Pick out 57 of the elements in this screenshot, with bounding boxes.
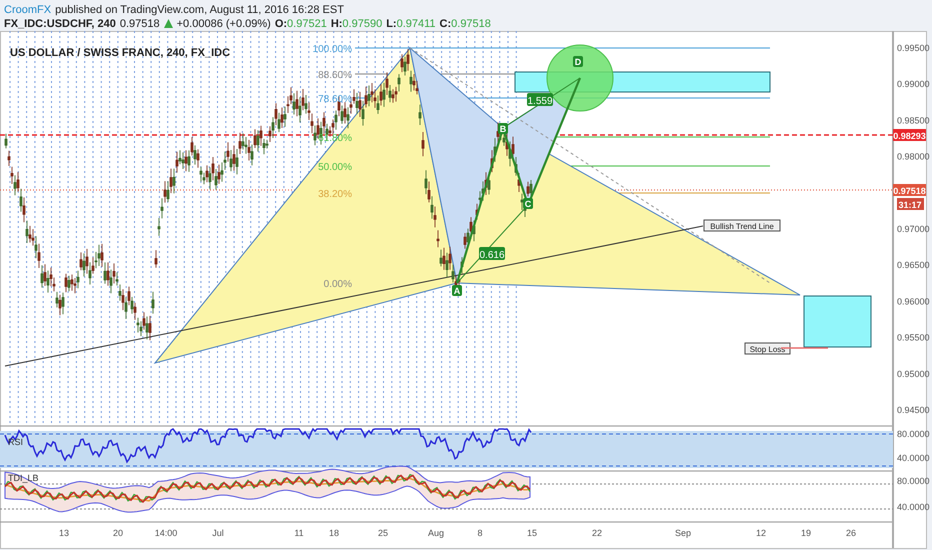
time-axis-label: 12 [756, 528, 766, 538]
price-axis-label: 0.97000 [897, 224, 930, 234]
time-axis-label: Sep [675, 528, 691, 538]
pattern-point-label: A [452, 285, 462, 296]
price-axis-label: 0.98500 [897, 115, 930, 126]
price-axis-label: 0.94500 [897, 405, 930, 415]
time-axis-label: Aug [428, 528, 444, 538]
time-axis-label: 15 [527, 528, 537, 538]
ohlc-value: C:0.97518 [440, 18, 491, 30]
ratio-label: 1.559 [527, 93, 553, 107]
time-axis-label: 20 [113, 528, 123, 538]
time-axis-label: 11 [294, 528, 304, 538]
symbol-label: FX_IDC:USDCHF, 240 [4, 18, 116, 30]
price-axis-label: 0.96500 [897, 260, 930, 270]
time-axis-label: 26 [846, 528, 856, 538]
fib-level-label: 100.00% [312, 44, 352, 55]
chart-note: Bullish Trend Line [704, 220, 780, 232]
indicator-axis-label: 80.0000 [897, 429, 930, 439]
indicator-axis-label: 40.0000 [897, 453, 930, 463]
stop-zone [804, 296, 872, 348]
leader-line [781, 347, 828, 349]
chart-title: US DOLLAR / SWISS FRANC, 240, FX_IDC [10, 47, 230, 59]
time-axis-label: 14:00 [154, 528, 178, 538]
time-axis-label: 13 [59, 528, 69, 538]
pattern-point-label: C [523, 198, 533, 209]
time-axis-label: Jul [212, 528, 224, 538]
time-axis-label: 22 [592, 528, 602, 538]
time-axis-label: 8 [478, 528, 482, 538]
price-axis-label: 0.96000 [897, 296, 930, 306]
ohlc-value: H:0.97590 [330, 18, 382, 30]
price-axis-label: 0.99000 [897, 79, 930, 90]
fib-level-label: 0.00% [324, 279, 352, 290]
author-link[interactable]: CroomFX [4, 4, 52, 16]
fib-level-label: 50.00% [318, 162, 352, 173]
last-price: 0.97518 [120, 18, 160, 30]
fib-level-label: 38.20% [318, 189, 352, 200]
time-axis-label: 18 [329, 528, 339, 538]
indicator-axis-label: 40.0000 [897, 502, 930, 512]
time-axis-label: 25 [378, 528, 388, 538]
pattern-point-label: B [498, 123, 508, 134]
price-axis-label: 0.95000 [897, 368, 930, 379]
ohlc-value: L:0.97411 [386, 18, 436, 30]
price-tag: 0.98293 [893, 129, 926, 141]
price-tag: 0.97518 [893, 184, 926, 196]
indicator-axis-label: 80.0000 [897, 476, 930, 486]
fib-level-label: 88.60% [318, 70, 352, 81]
price-axis-label: 0.99500 [897, 43, 930, 53]
price-tag: 31:17 [897, 198, 924, 210]
price-change: +0.00086 (+0.09%) [176, 18, 271, 30]
time-axis-label: 19 [801, 528, 811, 538]
price-axis-label: 0.95500 [897, 332, 930, 343]
chart-note: Stop Loss [744, 342, 790, 354]
pattern-point-label: D [573, 56, 583, 67]
ratio-label: 0.616 [479, 247, 505, 261]
price-axis-label: 0.98000 [897, 152, 930, 162]
publish-info: published on TradingView.com, August 11, 2016 16:28 EST [55, 4, 344, 16]
ohlc-value: O:0.97521 [274, 18, 327, 30]
